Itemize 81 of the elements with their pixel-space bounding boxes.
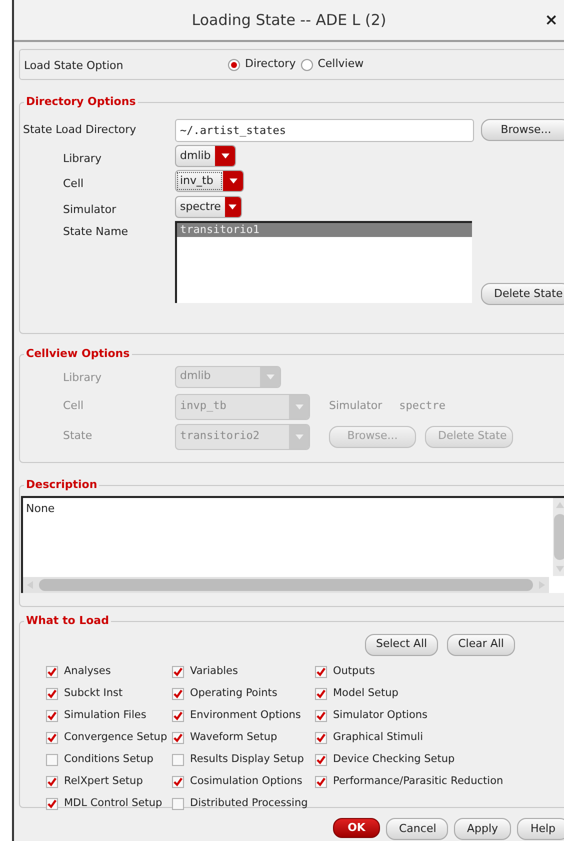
checkbox-label: Analyses (64, 664, 111, 679)
field-label: State Name (63, 224, 130, 240)
checkbox-label: Cosimulation Options (190, 774, 302, 789)
checkbox-label: Performance/Parasitic Reduction (333, 774, 504, 789)
checkbox-label: Results Display Setup (190, 752, 304, 767)
section-title: What to Load (25, 613, 110, 629)
field-label: Cell (63, 176, 85, 192)
dropdown[interactable]: spectre (175, 196, 242, 218)
caret-icon (266, 374, 274, 380)
checkbox-label: Graphical Stimuli (333, 730, 424, 745)
window-title: Loading State -- ADE L (2) (192, 10, 386, 31)
checkbox[interactable] (315, 754, 327, 766)
checkbox[interactable] (315, 710, 327, 722)
section-title: Cellview Options (25, 346, 131, 362)
checkbox-label: Operating Points (190, 686, 278, 701)
checkbox-label: Waveform Setup (190, 730, 278, 745)
dialog-button[interactable]: Apply (454, 818, 511, 840)
checkbox-label: Model Setup (333, 686, 398, 701)
action-button[interactable]: Select All (365, 634, 438, 656)
field-label: Library (63, 150, 102, 166)
checkbox[interactable] (46, 798, 58, 810)
checkbox-label: Distributed Processing (190, 796, 308, 811)
checkbox[interactable] (172, 688, 184, 700)
checkbox[interactable] (46, 776, 58, 788)
checkbox-label: Variables (190, 664, 238, 679)
checkbox-label: Simulation Files (64, 708, 146, 723)
checkbox-label: Device Checking Setup (333, 752, 455, 767)
section-title: Description (25, 477, 98, 493)
close-button[interactable]: × (544, 12, 558, 28)
field-label: Library (63, 370, 102, 386)
section-title: Directory Options (25, 94, 137, 110)
dialog-button[interactable]: Help (517, 818, 564, 840)
field-label: State (63, 428, 94, 444)
dialog-button[interactable]: Cancel (386, 818, 448, 840)
radio-label: Directory (245, 56, 296, 72)
caret-icon (220, 152, 230, 159)
radio-button[interactable] (300, 58, 313, 70)
checkbox[interactable] (172, 732, 184, 744)
checkbox-label: Subckt Inst (64, 686, 123, 701)
radio-label: Cellview (318, 56, 364, 72)
caret-icon (294, 404, 304, 410)
action-button[interactable]: Clear All (447, 634, 515, 656)
checkbox[interactable] (172, 754, 184, 766)
checkbox[interactable] (46, 666, 58, 678)
checkbox[interactable] (46, 754, 58, 766)
field-label: State Load Directory (23, 122, 138, 138)
field-value: spectre (399, 398, 446, 414)
input-field[interactable]: ~/.artist_states (175, 118, 474, 142)
checkbox-label: Simulator Options (333, 708, 428, 723)
checkbox[interactable] (172, 798, 184, 810)
checkbox-label: RelXpert Setup (64, 774, 143, 789)
checkbox[interactable] (315, 732, 327, 744)
caret-icon (294, 434, 304, 440)
dropdown[interactable]: inv_tb (175, 170, 244, 192)
dropdown[interactable]: dmlib (175, 144, 236, 167)
checkbox[interactable] (46, 688, 58, 700)
caret-icon (228, 178, 238, 184)
browse-button[interactable]: Browse... (481, 119, 564, 141)
caret-icon (228, 204, 238, 210)
horizontal-scrollbar[interactable] (23, 576, 549, 592)
field-label: Cell (63, 398, 85, 414)
field-label: Load State Option (24, 58, 124, 74)
checkbox[interactable] (172, 666, 184, 678)
checkbox[interactable] (315, 666, 327, 678)
field-label: Simulator (63, 202, 118, 218)
dialog-button[interactable]: OK (333, 818, 380, 838)
vertical-scrollbar[interactable] (553, 498, 564, 576)
radio-button[interactable] (228, 58, 240, 70)
field-label: Simulator (329, 398, 382, 414)
checkbox-label: Environment Options (190, 708, 301, 723)
checkbox[interactable] (46, 732, 58, 744)
checkbox[interactable] (172, 776, 184, 788)
checkbox[interactable] (315, 776, 327, 788)
delete-state-button[interactable]: Delete State (481, 283, 564, 305)
checkbox[interactable] (172, 710, 184, 722)
checkbox-label: Convergence Setup (64, 730, 168, 745)
checkbox-label: MDL Control Setup (64, 796, 162, 811)
checkbox[interactable] (315, 688, 327, 700)
checkbox-label: Conditions Setup (64, 752, 154, 767)
checkbox[interactable] (46, 710, 58, 722)
checkbox-label: Outputs (333, 664, 375, 679)
